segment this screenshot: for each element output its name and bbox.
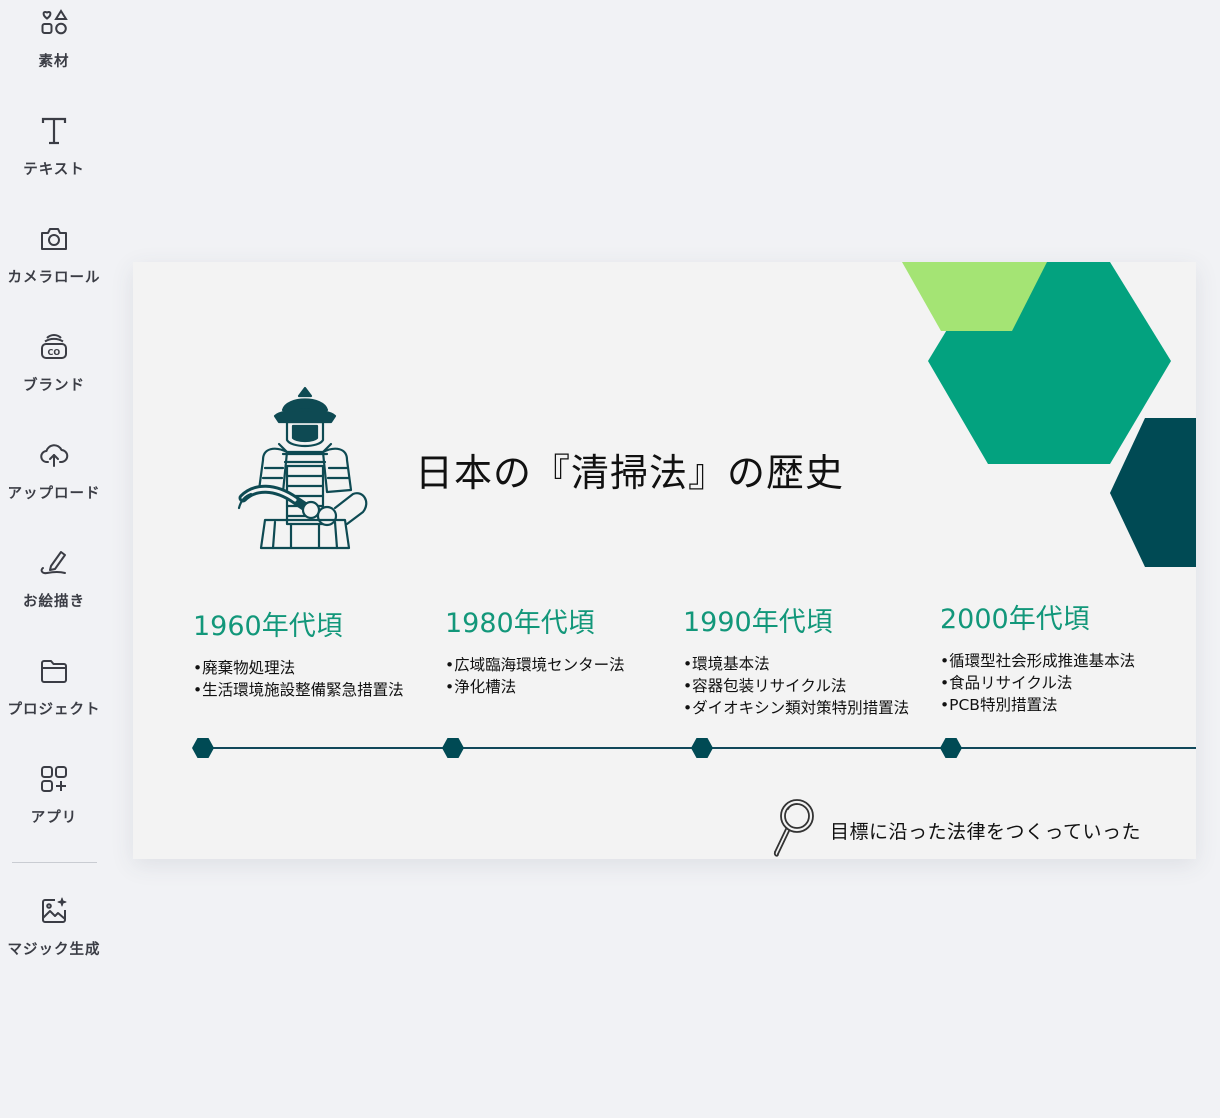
law-item: •容器包装リサイクル法 xyxy=(683,677,847,695)
camera-icon xyxy=(39,224,69,254)
sidebar-item-text[interactable]: テキスト xyxy=(0,116,108,206)
period-year: 1960年代頃 xyxy=(193,611,343,642)
law-item: •循環型社会形成推進基本法 xyxy=(940,652,1136,670)
left-sidebar: 素材 テキスト カメラロール CO ブランド アップロード お絵描き プロジェク… xyxy=(0,0,108,1118)
sidebar-item-label: アップロード xyxy=(7,486,101,502)
law-item: •PCB特別措置法 xyxy=(940,696,1058,714)
magnifier-icon xyxy=(773,799,814,857)
brand-icon: CO xyxy=(39,332,69,362)
sidebar-divider xyxy=(12,862,97,863)
law-item: •環境基本法 xyxy=(683,655,770,673)
sidebar-item-label: プロジェクト xyxy=(7,702,101,718)
law-item: •食品リサイクル法 xyxy=(940,674,1073,692)
period-1960s: 1960年代頃 •廃棄物処理法 •生活環境施設整備緊急措置法 xyxy=(193,604,404,701)
text-icon xyxy=(39,116,69,146)
period-1980s: 1980年代頃 •広域臨海環境センター法 •浄化槽法 xyxy=(445,601,625,698)
law-item: •生活環境施設整備緊急措置法 xyxy=(193,681,404,699)
sidebar-item-elements[interactable]: 素材 xyxy=(0,8,108,98)
cloud-upload-icon xyxy=(39,440,69,470)
sidebar-item-label: カメラロール xyxy=(7,270,101,286)
samurai-illustration xyxy=(237,386,368,550)
footer-note: 目標に沿った法律をつくっていった xyxy=(830,821,1142,843)
pen-draw-icon xyxy=(39,548,69,578)
timeline-node-hexagon xyxy=(442,738,464,758)
law-list: •環境基本法 •容器包装リサイクル法 •ダイオキシン類対策特別措置法 xyxy=(683,653,909,719)
hexagon-decoration xyxy=(902,262,1196,567)
sidebar-item-brand[interactable]: CO ブランド xyxy=(0,332,108,422)
sidebar-item-camera-roll[interactable]: カメラロール xyxy=(0,224,108,314)
sidebar-item-magic-generate[interactable]: マジック生成 xyxy=(0,896,108,986)
law-item: •ダイオキシン類対策特別措置法 xyxy=(683,699,910,717)
law-list: •廃棄物処理法 •生活環境施設整備緊急措置法 xyxy=(193,657,404,701)
period-1990s: 1990年代頃 •環境基本法 •容器包装リサイクル法 •ダイオキシン類対策特別措… xyxy=(683,600,909,719)
folder-icon xyxy=(39,656,69,686)
sidebar-item-draw[interactable]: お絵描き xyxy=(0,548,108,638)
timeline-node-hexagon xyxy=(691,738,713,758)
sidebar-item-label: ブランド xyxy=(23,378,85,394)
law-item: •廃棄物処理法 xyxy=(193,659,296,677)
timeline-node-hexagon xyxy=(940,738,962,758)
elements-icon xyxy=(39,8,69,38)
period-year: 1980年代頃 xyxy=(445,608,595,639)
sidebar-item-label: アプリ xyxy=(30,810,78,826)
sidebar-item-label: お絵描き xyxy=(23,594,85,610)
sidebar-item-projects[interactable]: プロジェクト xyxy=(0,656,108,746)
magic-image-icon xyxy=(39,896,69,926)
period-2000s: 2000年代頃 •循環型社会形成推進基本法 •食品リサイクル法 •PCB特別措置… xyxy=(940,597,1135,716)
sidebar-item-upload[interactable]: アップロード xyxy=(0,440,108,530)
law-list: •広域臨海環境センター法 •浄化槽法 xyxy=(445,654,625,698)
timeline-node-hexagon xyxy=(192,738,214,758)
svg-text:CO: CO xyxy=(48,348,61,357)
sidebar-item-label: テキスト xyxy=(23,162,85,178)
sidebar-item-label: マジック生成 xyxy=(7,942,101,958)
slide-title: 日本の『清掃法』の歴史 xyxy=(415,451,845,495)
apps-icon xyxy=(39,764,69,794)
slide-canvas[interactable]: 日本の『清掃法』の歴史 1960年代頃 •廃棄物処理法 •生活環境施設整備緊急措… xyxy=(133,262,1196,859)
law-item: •広域臨海環境センター法 xyxy=(445,656,625,674)
law-item: •浄化槽法 xyxy=(445,678,517,696)
sidebar-item-apps[interactable]: アプリ xyxy=(0,764,108,854)
period-year: 1990年代頃 xyxy=(683,607,833,638)
period-year: 2000年代頃 xyxy=(940,604,1090,635)
law-list: •循環型社会形成推進基本法 •食品リサイクル法 •PCB特別措置法 xyxy=(940,650,1135,716)
sidebar-item-label: 素材 xyxy=(38,54,70,70)
